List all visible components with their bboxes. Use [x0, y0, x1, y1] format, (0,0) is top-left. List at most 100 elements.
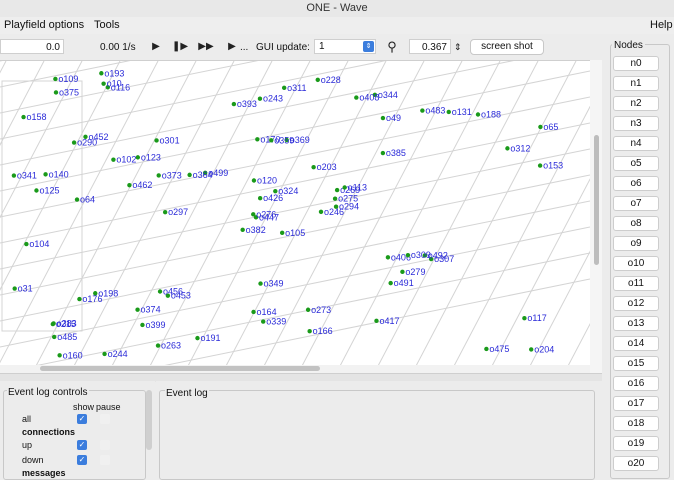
node-marker[interactable]: [342, 185, 347, 190]
horizontal-scroll-thumb[interactable]: [40, 366, 320, 371]
node-marker[interactable]: [380, 115, 386, 121]
node-button-n4[interactable]: n4: [613, 136, 659, 151]
node-button-o5[interactable]: o5: [613, 156, 659, 171]
zoom-stepper-icon[interactable]: ⇕: [454, 40, 462, 55]
gui-update-select[interactable]: 1 ⇕: [314, 39, 376, 54]
node-marker[interactable]: [135, 307, 140, 312]
sim-time-field[interactable]: 0.0: [0, 39, 64, 54]
play-icon[interactable]: ▶: [148, 40, 164, 54]
node-button-o20[interactable]: o20: [613, 456, 659, 471]
node-button-o6[interactable]: o6: [613, 176, 659, 191]
show-all-checkbox[interactable]: ✓: [77, 414, 87, 424]
node-marker[interactable]: [83, 134, 88, 140]
node-marker[interactable]: [34, 188, 39, 193]
node-marker[interactable]: [257, 196, 263, 201]
node-marker[interactable]: [53, 76, 58, 82]
node-marker[interactable]: [505, 146, 510, 151]
show-down-checkbox[interactable]: ✓: [77, 455, 87, 465]
node-button-o15[interactable]: o15: [613, 356, 659, 371]
node-marker[interactable]: [251, 212, 256, 217]
controls-scrollbar[interactable]: [146, 390, 152, 450]
node-marker[interactable]: [475, 112, 481, 117]
node-marker[interactable]: [258, 281, 263, 286]
node-marker[interactable]: [400, 269, 405, 275]
node-marker[interactable]: [307, 329, 312, 334]
node-marker[interactable]: [12, 286, 17, 291]
node-marker[interactable]: [111, 157, 116, 162]
node-marker[interactable]: [484, 346, 489, 352]
node-marker[interactable]: [71, 140, 77, 145]
node-marker[interactable]: [388, 280, 393, 286]
node-marker[interactable]: [269, 138, 274, 143]
pause-all-checkbox[interactable]: [100, 414, 110, 424]
screenshot-button[interactable]: screen shot: [470, 39, 544, 55]
node-marker[interactable]: [281, 85, 287, 91]
playfield-map[interactable]: o105o290o447o383o269o453o344o369o49o246o…: [0, 61, 590, 366]
playfield[interactable]: o105 o290 o447 o383 o269 o453 o344 o369 o49 o246 o…: [0, 60, 590, 366]
node-button-o18[interactable]: o18: [613, 416, 659, 431]
node-button-n0[interactable]: n0: [613, 56, 659, 71]
node-marker[interactable]: [332, 196, 338, 201]
node-marker[interactable]: [538, 124, 543, 130]
show-up-checkbox[interactable]: ✓: [77, 440, 87, 450]
play-until-icon[interactable]: ▶: [224, 40, 240, 54]
node-button-o9[interactable]: o9: [613, 236, 659, 251]
pause-down-checkbox[interactable]: [100, 455, 110, 465]
node-marker[interactable]: [420, 108, 425, 113]
node-marker[interactable]: [273, 188, 278, 194]
node-button-o7[interactable]: o7: [613, 196, 659, 211]
play-until-label[interactable]: ...: [240, 40, 248, 55]
node-marker[interactable]: [57, 353, 62, 358]
node-marker[interactable]: [315, 77, 320, 83]
node-marker[interactable]: [99, 71, 104, 76]
node-marker[interactable]: [11, 173, 17, 178]
node-marker[interactable]: [127, 182, 132, 188]
menu-tools[interactable]: Tools: [94, 17, 120, 34]
node-button-n1[interactable]: n1: [613, 76, 659, 91]
node-marker[interactable]: [240, 227, 245, 233]
node-marker[interactable]: [24, 241, 29, 247]
zoom-field[interactable]: 0.367: [409, 39, 451, 54]
node-marker[interactable]: [334, 187, 340, 193]
step-icon[interactable]: ❚▶: [172, 40, 188, 54]
pause-up-checkbox[interactable]: [100, 440, 110, 450]
node-marker[interactable]: [251, 178, 257, 183]
node-marker[interactable]: [255, 137, 260, 142]
node-marker[interactable]: [311, 164, 316, 170]
vertical-scroll-thumb[interactable]: [594, 135, 599, 265]
node-marker[interactable]: [318, 209, 324, 215]
node-marker[interactable]: [101, 81, 106, 86]
node-marker[interactable]: [156, 173, 161, 178]
node-marker[interactable]: [154, 138, 159, 143]
node-marker[interactable]: [195, 335, 200, 341]
node-marker[interactable]: [374, 318, 379, 324]
playfield-vertical-scrollbar[interactable]: [590, 60, 602, 373]
node-marker[interactable]: [261, 319, 266, 324]
node-marker[interactable]: [74, 197, 80, 202]
menu-help[interactable]: Help: [650, 17, 673, 34]
node-marker[interactable]: [257, 96, 263, 101]
node-marker[interactable]: [50, 321, 56, 327]
node-marker[interactable]: [51, 334, 57, 340]
node-marker[interactable]: [53, 90, 59, 95]
node-marker[interactable]: [380, 150, 386, 156]
node-marker[interactable]: [43, 172, 48, 177]
node-button-o14[interactable]: o14: [613, 336, 659, 351]
node-marker[interactable]: [155, 343, 161, 348]
node-button-o19[interactable]: o19: [613, 436, 659, 451]
node-marker[interactable]: [102, 351, 107, 357]
node-marker[interactable]: [21, 114, 26, 120]
menu-playfield-options[interactable]: Playfield options: [4, 17, 84, 34]
node-button-o8[interactable]: o8: [613, 216, 659, 231]
node-marker[interactable]: [251, 309, 256, 315]
node-button-o12[interactable]: o12: [613, 296, 659, 311]
node-marker[interactable]: [231, 101, 237, 107]
node-marker[interactable]: [446, 109, 451, 115]
node-marker[interactable]: [77, 296, 82, 302]
node-button-o11[interactable]: o11: [613, 276, 659, 291]
node-marker[interactable]: [162, 209, 168, 215]
node-button-o13[interactable]: o13: [613, 316, 659, 331]
event-log-box[interactable]: [159, 390, 595, 480]
node-marker[interactable]: [305, 307, 311, 312]
node-button-n2[interactable]: n2: [613, 96, 659, 111]
